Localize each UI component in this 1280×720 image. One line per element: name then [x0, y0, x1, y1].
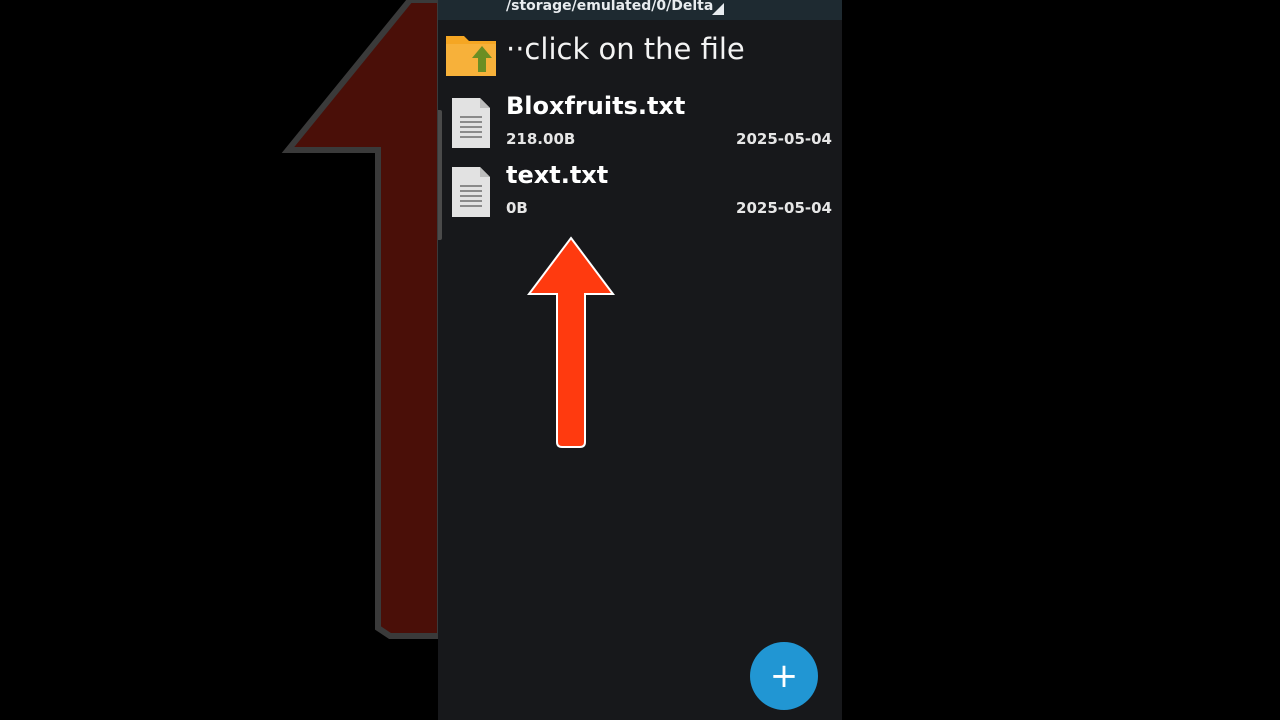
file-date: 2025-05-04 [736, 199, 832, 217]
file-row-text[interactable]: text.txt 0B 2025-05-04 [438, 161, 842, 225]
add-file-button[interactable]: + [750, 642, 818, 710]
arrow-up-icon [281, 0, 440, 639]
file-row-bloxfruits[interactable]: Bloxfruits.txt 218.00B 2025-05-04 [438, 92, 842, 156]
file-browser-screen: /storage/emulated/0/Delta ··click on the… [438, 0, 842, 720]
video-frame: /storage/emulated/0/Delta ··click on the… [0, 0, 1280, 720]
text-file-icon [452, 98, 490, 148]
current-path: /storage/emulated/0/Delta [506, 0, 714, 14]
file-date: 2025-05-04 [736, 130, 832, 148]
folder-up-icon [446, 36, 496, 76]
path-bar[interactable]: /storage/emulated/0/Delta [438, 0, 842, 20]
text-file-icon [452, 167, 490, 217]
file-size: 0B [506, 199, 528, 217]
parent-directory-label: ··click on the file [506, 32, 745, 66]
arrow-up-icon [527, 236, 615, 448]
file-size: 218.00B [506, 130, 576, 148]
file-name: Bloxfruits.txt [506, 92, 686, 120]
parent-directory-row[interactable]: ··click on the file [438, 26, 842, 82]
background-arrow-blur [0, 0, 440, 720]
file-name: text.txt [506, 161, 609, 189]
triangle-down-right-icon[interactable] [712, 3, 724, 15]
